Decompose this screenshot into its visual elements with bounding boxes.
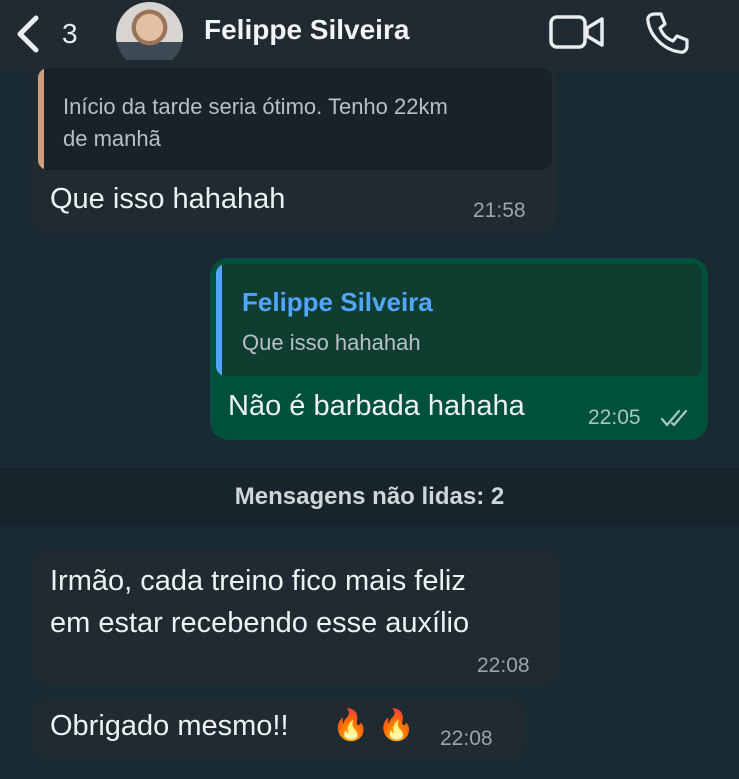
back-button[interactable]: 3 xyxy=(14,12,94,56)
message-time: 21:58 xyxy=(473,199,526,222)
message-text: em estar recebendo esse auxílio xyxy=(50,607,470,639)
quote-text: Início da tarde seria ótimo. Tenho 22km xyxy=(63,94,448,119)
quote-text: Que isso hahahah xyxy=(242,330,421,355)
quote-accent-bar xyxy=(38,68,44,170)
message-text: Não é barbada hahaha xyxy=(228,390,525,422)
quote-accent-bar xyxy=(216,264,222,376)
message-time: 22:08 xyxy=(440,727,493,750)
video-call-icon[interactable] xyxy=(549,14,605,50)
quote-author: Felippe Silveira xyxy=(242,287,433,317)
message-text: Irmão, cada treino fico mais feliz xyxy=(50,565,466,597)
message-bubble-incoming[interactable]: Obrigado mesmo!! 🔥 🔥 22:08 xyxy=(32,698,526,760)
chevron-left-icon xyxy=(17,15,39,53)
message-bubble-incoming[interactable]: Início da tarde seria ótimo. Tenho 22km … xyxy=(30,60,557,234)
unread-messages-divider: Mensagens não lidas: 2 xyxy=(0,468,739,526)
message-text: Que isso hahahah xyxy=(50,183,286,215)
double-check-icon xyxy=(660,409,688,427)
quoted-message[interactable]: Felippe Silveira Que isso hahahah xyxy=(216,264,702,376)
quoted-message[interactable]: Início da tarde seria ótimo. Tenho 22km … xyxy=(38,68,552,170)
avatar[interactable] xyxy=(116,2,183,69)
unread-messages-label: Mensagens não lidas: 2 xyxy=(234,483,505,510)
unread-chats-count: 3 xyxy=(62,18,78,49)
fire-emoji: 🔥 🔥 xyxy=(332,709,416,742)
message-bubble-incoming[interactable]: Irmão, cada treino fico mais feliz em es… xyxy=(32,549,560,686)
quote-text: de manhã xyxy=(63,126,161,151)
message-time: 22:08 xyxy=(477,654,530,677)
message-bubble-outgoing[interactable]: Felippe Silveira Que isso hahahah Não é … xyxy=(210,258,708,440)
message-time: 22:05 xyxy=(588,406,641,429)
phone-call-icon[interactable] xyxy=(644,10,690,56)
contact-name[interactable]: Felippe Silveira xyxy=(204,14,409,46)
message-text: Obrigado mesmo!! xyxy=(50,710,289,742)
